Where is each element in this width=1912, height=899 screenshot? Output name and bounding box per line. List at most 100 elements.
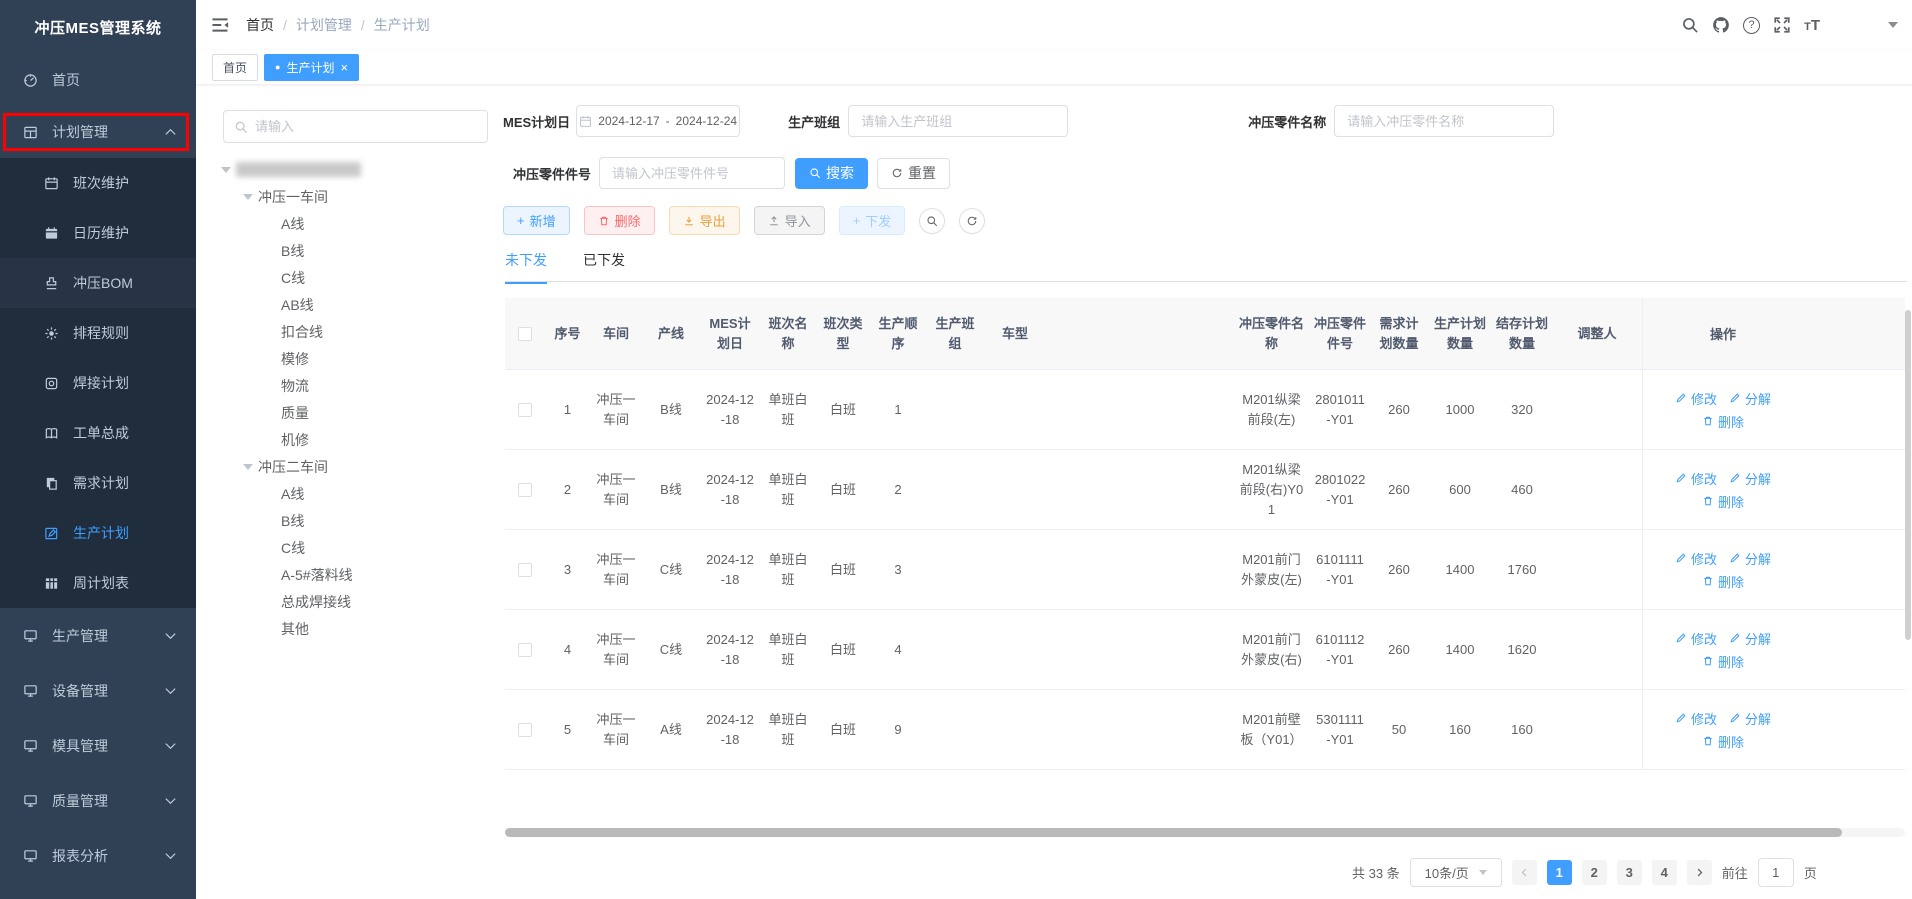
row-checkbox[interactable] — [518, 723, 532, 737]
row-checkbox[interactable] — [518, 483, 532, 497]
table-refresh-button[interactable] — [959, 208, 985, 234]
sidebar-item-welding-plan[interactable]: 焊接计划 — [0, 358, 196, 408]
select-all-checkbox[interactable] — [518, 327, 532, 341]
split-link[interactable]: 分解 — [1729, 469, 1771, 488]
font-size-icon[interactable]: TT — [1804, 17, 1820, 34]
sidebar-group[interactable]: 质量管理 — [0, 773, 196, 828]
tree-leaf-node[interactable]: 机修 — [223, 426, 489, 453]
row-checkbox[interactable] — [518, 563, 532, 577]
delete-link[interactable]: 删除 — [1702, 652, 1744, 671]
delete-link[interactable]: 删除 — [1702, 732, 1744, 751]
cell-workshop: 冲压一车间 — [590, 462, 642, 518]
avatar[interactable] — [1833, 4, 1875, 46]
split-link[interactable]: 分解 — [1729, 389, 1771, 408]
avatar-caret-icon[interactable] — [1888, 22, 1898, 28]
export-button[interactable]: 导出 — [669, 206, 740, 235]
sidebar-group[interactable]: 生产管理 — [0, 608, 196, 663]
horizontal-scrollbar-thumb[interactable] — [505, 828, 1842, 837]
add-button[interactable]: + 新增 — [503, 206, 570, 235]
prev-page-button[interactable] — [1512, 860, 1537, 885]
delete-button[interactable]: 删除 — [584, 206, 655, 235]
help-icon[interactable]: ? — [1743, 17, 1760, 34]
breadcrumb-plan[interactable]: 计划管理 — [296, 15, 352, 35]
sidebar-group[interactable]: 设备管理 — [0, 663, 196, 718]
sidebar-item-demand-plan[interactable]: 需求计划 — [0, 458, 196, 508]
edit-link[interactable]: 修改 — [1675, 629, 1717, 648]
page-button-4[interactable]: 4 — [1652, 860, 1677, 885]
tree-leaf-node[interactable]: A线 — [223, 210, 489, 237]
sidebar-item-schedule-rules[interactable]: 排程规则 — [0, 308, 196, 358]
search-icon[interactable] — [1681, 16, 1699, 34]
tree-leaf-node[interactable]: A线 — [223, 480, 489, 507]
part-no-input[interactable] — [599, 157, 785, 189]
tree-leaf-node[interactable]: 模修 — [223, 345, 489, 372]
close-tag-icon[interactable]: × — [340, 61, 348, 74]
sidebar-item-shift-maintain[interactable]: 班次维护 — [0, 158, 196, 208]
tree-leaf-node[interactable]: 总成焊接线 — [223, 588, 489, 615]
sidebar-item-home[interactable]: 首页 — [0, 54, 196, 106]
tree-leaf-node[interactable]: B线 — [223, 237, 489, 264]
sidebar-item-calendar-maintain[interactable]: 日历维护 — [0, 208, 196, 258]
sidebar-group[interactable]: 报表分析 — [0, 828, 196, 883]
caret-expanded-icon[interactable] — [221, 167, 231, 173]
tag-production-plan[interactable]: ● 生产计划 × — [264, 54, 359, 81]
sidebar-item-weekly-plan[interactable]: 周计划表 — [0, 558, 196, 608]
delete-link[interactable]: 删除 — [1702, 492, 1744, 511]
delete-link[interactable]: 删除 — [1702, 572, 1744, 591]
tree-leaf-node[interactable]: 物流 — [223, 372, 489, 399]
tree-leaf-node[interactable]: 质量 — [223, 399, 489, 426]
page-size-select[interactable]: 10条/页 — [1410, 858, 1502, 887]
edit-link[interactable]: 修改 — [1675, 709, 1717, 728]
goto-page-input[interactable] — [1758, 858, 1794, 887]
sidebar-item-stamping-bom[interactable]: 冲压BOM — [0, 258, 196, 308]
edit-icon — [44, 526, 59, 541]
sidebar-group[interactable]: 模具管理 — [0, 718, 196, 773]
sidebar-item-workorder-assembly[interactable]: 工单总成 — [0, 408, 196, 458]
page-button-3[interactable]: 3 — [1617, 860, 1642, 885]
split-link[interactable]: 分解 — [1729, 709, 1771, 728]
dispatch-button[interactable]: + 下发 — [839, 206, 906, 235]
reset-button[interactable]: 重置 — [877, 158, 950, 189]
caret-expanded-icon[interactable] — [243, 194, 253, 200]
next-page-button[interactable] — [1687, 860, 1712, 885]
split-link[interactable]: 分解 — [1729, 629, 1771, 648]
import-button[interactable]: 导入 — [754, 206, 825, 235]
tag-home[interactable]: 首页 — [212, 54, 258, 81]
breadcrumb-home[interactable]: 首页 — [246, 15, 274, 35]
tree-leaf-node[interactable]: AB线 — [223, 291, 489, 318]
edit-link[interactable]: 修改 — [1675, 389, 1717, 408]
table-search-toggle-button[interactable] — [919, 208, 945, 234]
tree-search-input[interactable] — [255, 119, 477, 134]
tree-leaf-node[interactable]: B线 — [223, 507, 489, 534]
split-link[interactable]: 分解 — [1729, 549, 1771, 568]
collapse-menu-icon[interactable] — [210, 15, 230, 35]
page-button-2[interactable]: 2 — [1582, 860, 1607, 885]
tree-leaf-node[interactable]: A-5#落料线 — [223, 561, 489, 588]
tree-leaf-node[interactable]: 其他 — [223, 615, 489, 642]
tab-dispatched[interactable]: 已下发 — [583, 250, 625, 284]
sidebar-item-production-plan[interactable]: 生产计划 — [0, 508, 196, 558]
edit-link[interactable]: 修改 — [1675, 469, 1717, 488]
github-icon[interactable] — [1712, 16, 1730, 34]
row-checkbox[interactable] — [518, 643, 532, 657]
tree-node-workshop2[interactable]: 冲压二车间 — [223, 453, 489, 480]
tree-node-workshop1[interactable]: 冲压一车间 — [223, 183, 489, 210]
delete-link[interactable]: 删除 — [1702, 412, 1744, 431]
tree-leaf-node[interactable]: 扣合线 — [223, 318, 489, 345]
tree-leaf-node[interactable]: C线 — [223, 534, 489, 561]
row-checkbox[interactable] — [518, 403, 532, 417]
fullscreen-icon[interactable] — [1773, 16, 1791, 34]
vertical-scrollbar-thumb[interactable] — [1905, 310, 1911, 640]
cell-plan: 1000 — [1428, 392, 1492, 428]
sidebar-item-plan-group[interactable]: 计划管理 — [0, 106, 196, 158]
search-button[interactable]: 搜索 — [795, 158, 868, 189]
tree-leaf-node[interactable]: C线 — [223, 264, 489, 291]
mes-date-range-input[interactable]: 2024-12-17 - 2024-12-24 — [576, 105, 740, 137]
page-button-1[interactable]: 1 — [1547, 860, 1572, 885]
edit-link[interactable]: 修改 — [1675, 549, 1717, 568]
part-name-input[interactable] — [1334, 105, 1554, 137]
tree-root-node[interactable] — [223, 156, 489, 183]
tab-undispatched[interactable]: 未下发 — [505, 250, 547, 284]
caret-expanded-icon[interactable] — [243, 464, 253, 470]
team-input[interactable] — [848, 105, 1068, 137]
